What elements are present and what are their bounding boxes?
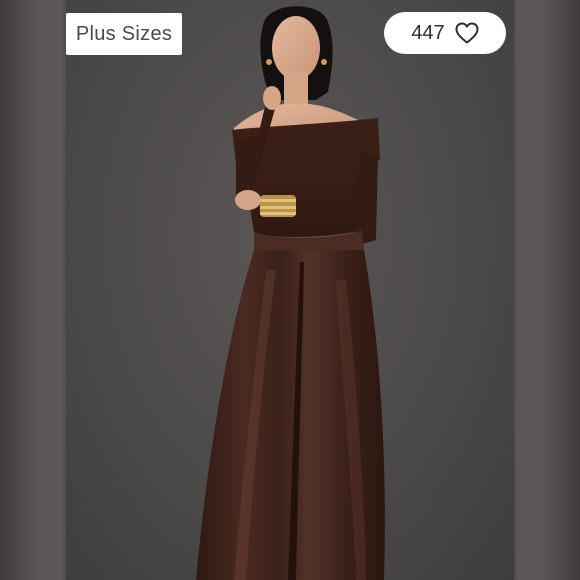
listing-image-frame: Plus Sizes 447 bbox=[0, 0, 580, 580]
model-illustration bbox=[196, 6, 385, 580]
like-count: 447 bbox=[411, 21, 445, 44]
heart-outline-icon bbox=[455, 22, 479, 44]
plus-sizes-badge: Plus Sizes bbox=[66, 13, 182, 55]
plus-sizes-label: Plus Sizes bbox=[75, 22, 173, 45]
product-photo[interactable] bbox=[66, 0, 514, 580]
like-button[interactable]: 447 bbox=[384, 12, 506, 54]
